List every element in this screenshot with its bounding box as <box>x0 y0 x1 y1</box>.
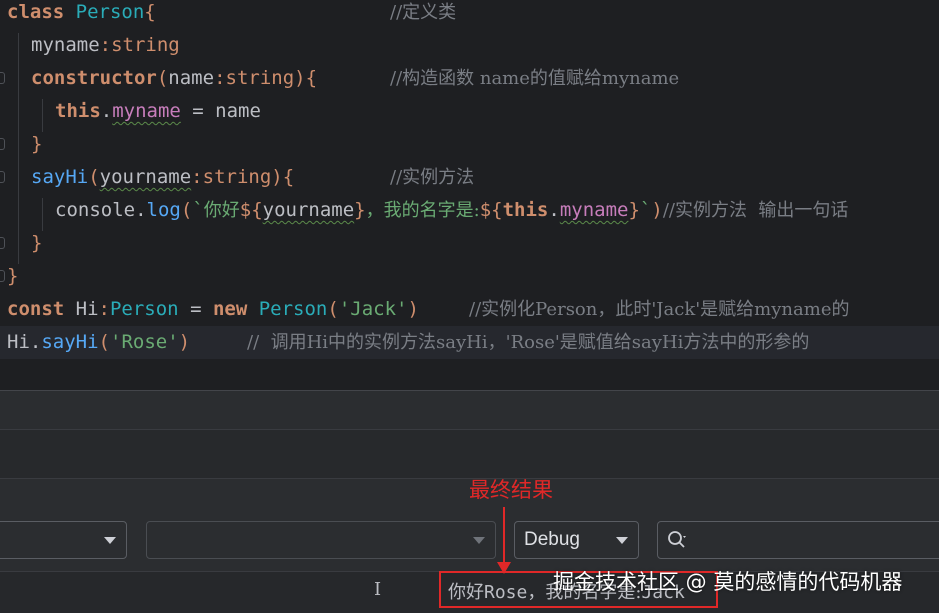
code-line-10: const Hi:Person = new Person('Jack')//实例… <box>7 298 850 320</box>
editor-bottom-padding <box>0 372 939 390</box>
fold-marker-icon[interactable] <box>0 171 5 183</box>
indent-guide <box>18 33 19 264</box>
fold-marker-icon[interactable] <box>0 138 5 150</box>
watermark: 掘金技术社区 @ 莫的感情的代码机器 <box>553 570 903 594</box>
code-line-8: } <box>31 232 43 254</box>
code-line-2: myname:string <box>31 34 180 56</box>
chevron-down-icon <box>473 537 485 544</box>
config-select-2[interactable] <box>146 521 496 559</box>
fold-marker-icon[interactable] <box>0 270 5 282</box>
tool-window-tabs <box>0 429 939 478</box>
fold-marker-icon[interactable] <box>0 72 5 84</box>
code-line-4: this.myname = name <box>55 100 261 122</box>
code-editor[interactable]: class Person{//定义类 myname:string constru… <box>0 0 939 372</box>
debug-select[interactable]: Debug <box>514 521 639 559</box>
search-input[interactable] <box>657 521 939 559</box>
code-line-1: class Person{//定义类 <box>7 1 457 23</box>
chevron-down-icon <box>104 537 116 544</box>
code-line-9: } <box>7 265 19 287</box>
code-line-5: } <box>31 133 43 155</box>
annotation-arrow <box>503 507 505 567</box>
search-icon <box>668 531 686 548</box>
code-line-3: constructor(name:string){//构造函数 name的值赋给… <box>31 67 680 89</box>
text-cursor-icon: I <box>374 579 382 600</box>
fold-marker-icon[interactable] <box>0 237 5 249</box>
code-line-11: Hi.sayHi('Rose')// 调用Hi中的实例方法sayHi，'Rose… <box>0 326 939 359</box>
chevron-down-icon <box>616 537 628 544</box>
code-line-6: sayHi(yourname:string){//实例方法 <box>31 166 475 188</box>
annotation-label: 最终结果 <box>469 478 553 502</box>
tool-window-header <box>0 391 939 429</box>
code-line-7: console.log(`你好${yourname}，我的名字是:${this.… <box>55 199 849 221</box>
config-select-1[interactable] <box>0 521 127 559</box>
